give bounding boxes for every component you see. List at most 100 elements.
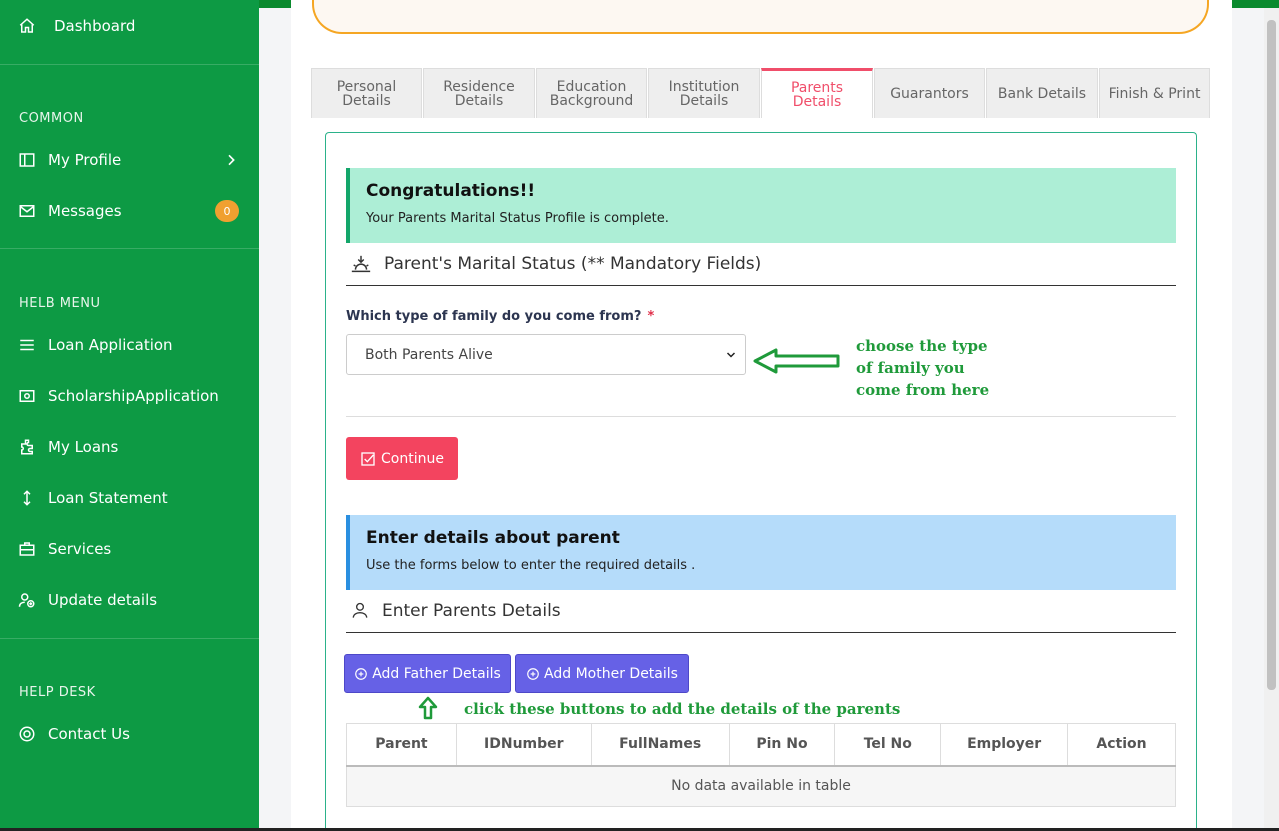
certificate-icon [18, 387, 36, 405]
buttons-annotation: click these buttons to add the details o… [464, 700, 901, 718]
lifebuoy-icon [18, 725, 36, 743]
column-header[interactable]: FullNames [590, 723, 730, 767]
table-row: No data available in table [346, 765, 1176, 807]
annotation-line: come from here [856, 381, 990, 399]
tab-label: Details [342, 92, 391, 109]
table-header-row: Parent IDNumber FullNames Pin No Tel No … [346, 723, 1176, 767]
application-tabs: Personal Details Residence Details Educati… [311, 68, 1211, 118]
sidebar-item-loan-application[interactable]: Loan Application [0, 325, 259, 365]
family-type-select[interactable]: Both Parents Alive [346, 334, 746, 375]
mail-icon [18, 202, 36, 220]
home-icon [18, 17, 36, 35]
briefcase-icon [18, 540, 36, 558]
required-mark: * [647, 309, 655, 324]
sidebar-item-dashboard[interactable]: Dashboard [0, 6, 259, 46]
tab-parents-details[interactable]: Parents Details [761, 68, 873, 118]
sidebar-divider [0, 64, 259, 65]
book-icon [18, 151, 36, 169]
marital-status-title: Parent's Marital Status (** Mandatory Fi… [384, 254, 762, 274]
continue-label: Continue [381, 450, 444, 467]
user-add-icon [18, 591, 36, 609]
family-type-annotation: choose the type of family you come from … [856, 335, 989, 401]
tab-label: Guarantors [890, 85, 969, 102]
tab-residence-details[interactable]: Residence Details [423, 68, 535, 118]
tab-guarantors[interactable]: Guarantors [874, 68, 985, 118]
success-alert-text: Your Parents Marital Status Profile is c… [366, 211, 669, 226]
parents-details-title: Enter Parents Details [382, 601, 561, 621]
empty-table-message: No data available in table [346, 765, 1176, 807]
messages-count-badge: 0 [215, 200, 239, 222]
tab-label: Bank Details [997, 85, 1087, 102]
sidebar-item-contact-us[interactable]: Contact Us [0, 714, 259, 754]
tab-label: Background [549, 92, 634, 109]
info-alert: Enter details about parent Use the forms… [346, 515, 1176, 590]
sidebar-item-scholarship-application[interactable]: ScholarshipApplication [0, 376, 259, 416]
sidebar-item-label: Update details [48, 591, 158, 609]
family-type-label: Which type of family do you come from? * [346, 309, 654, 324]
parents-table: Parent IDNumber FullNames Pin No Tel No … [346, 723, 1176, 807]
tab-finish-print[interactable]: Finish & Print [1099, 68, 1210, 118]
annotation-line: of family you [856, 359, 965, 377]
page-scrollbar[interactable] [1264, 8, 1279, 831]
chevron-right-icon [228, 154, 235, 166]
add-father-details-button[interactable]: Add Father Details [344, 654, 511, 693]
chevron-down-icon [726, 352, 736, 358]
add-mother-label: Add Mother Details [544, 665, 678, 682]
tab-label: Details [679, 92, 729, 109]
add-father-label: Add Father Details [372, 665, 501, 682]
sidebar-item-label: Loan Statement [48, 489, 168, 507]
user-icon [352, 602, 368, 618]
sunset-icon [351, 255, 371, 273]
tab-label: Finish & Print [1108, 85, 1201, 102]
column-header[interactable]: Tel No [834, 723, 942, 767]
tab-label: Details [454, 92, 504, 109]
tab-label: Details [792, 93, 842, 110]
tab-education-background[interactable]: Education Background [536, 68, 647, 118]
sidebar-item-label: ScholarshipApplication [48, 387, 219, 405]
puzzle-icon [18, 438, 36, 456]
column-header[interactable]: Pin No [728, 723, 836, 767]
sidebar-item-label: My Loans [48, 438, 119, 456]
column-header[interactable]: IDNumber [455, 723, 592, 767]
sidebar-heading-help-desk: HELP DESK [19, 685, 96, 700]
family-type-selected-value: Both Parents Alive [365, 346, 493, 363]
left-arrow-annotation-icon [753, 348, 840, 374]
sidebar-item-update-details[interactable]: Update details [0, 580, 259, 620]
plus-circle-icon [527, 667, 539, 680]
sidebar-item-label: My Profile [48, 151, 122, 169]
checkbox-icon [361, 451, 375, 466]
scrollbar-thumb[interactable] [1267, 20, 1276, 690]
tab-institution-details[interactable]: Institution Details [648, 68, 760, 118]
sidebar-item-label: Dashboard [54, 17, 136, 35]
sidebar-item-loan-statement[interactable]: Loan Statement [0, 478, 259, 518]
success-alert-title: Congratulations!! [366, 181, 536, 201]
previous-card [312, 0, 1209, 34]
sidebar-item-label: Loan Application [48, 336, 173, 354]
continue-button[interactable]: Continue [346, 437, 458, 480]
arrows-vertical-icon [18, 489, 36, 507]
tab-bank-details[interactable]: Bank Details [986, 68, 1098, 118]
success-alert: Congratulations!! Your Parents Marital S… [346, 168, 1176, 243]
column-header[interactable]: Action [1067, 723, 1176, 767]
menu-icon [18, 336, 36, 354]
divider [346, 416, 1176, 417]
info-alert-title: Enter details about parent [366, 528, 620, 548]
sidebar: Dashboard COMMON My Profile Messages 0 H… [0, 0, 259, 831]
sidebar-item-label: Messages [48, 202, 122, 220]
sidebar-item-label: Services [48, 540, 112, 558]
sidebar-item-my-loans[interactable]: My Loans [0, 427, 259, 467]
add-mother-details-button[interactable]: Add Mother Details [515, 654, 689, 693]
sidebar-item-messages[interactable]: Messages 0 [0, 191, 259, 231]
sidebar-heading-helb: HELB MENU [19, 296, 101, 311]
sidebar-heading-common: COMMON [19, 111, 84, 126]
sidebar-item-my-profile[interactable]: My Profile [0, 140, 259, 180]
annotation-line: choose the type [856, 337, 988, 355]
parents-details-heading: Enter Parents Details [346, 601, 1176, 633]
tab-personal-details[interactable]: Personal Details [311, 68, 422, 118]
sidebar-item-services[interactable]: Services [0, 529, 259, 569]
column-header[interactable]: Employer [940, 723, 1069, 767]
sidebar-divider [0, 248, 259, 249]
info-alert-text: Use the forms below to enter the require… [366, 558, 696, 573]
column-header[interactable]: Parent [346, 723, 457, 767]
sidebar-divider [0, 638, 259, 639]
